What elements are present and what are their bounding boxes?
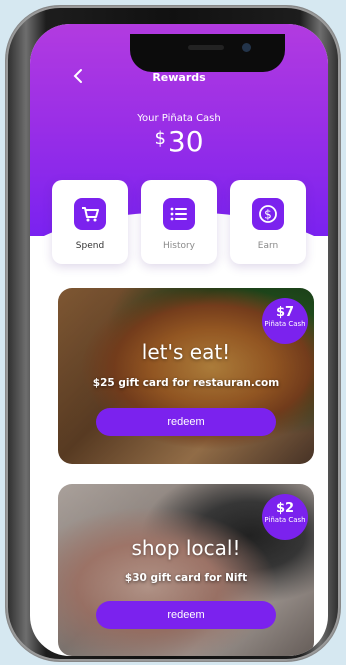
cash-value: 30 — [167, 125, 204, 158]
camera — [242, 43, 251, 52]
earn-label: Earn — [257, 241, 279, 251]
offer-subtitle: $25 gift card for restauran.com — [92, 377, 280, 389]
badge-amount: $2 — [275, 501, 295, 516]
speaker — [188, 45, 224, 50]
redeem-button[interactable]: redeem — [96, 601, 276, 629]
spend-button[interactable]: Spend — [52, 180, 128, 264]
offer-subtitle: $30 gift card for Nift — [124, 572, 248, 584]
cash-label: Your Piñata Cash — [137, 113, 221, 124]
app-screen: Rewards Your Piñata Cash $30 Spend Histo… — [30, 24, 328, 656]
svg-text:$: $ — [264, 208, 272, 222]
cash-badge: $7 Piñata Cash — [262, 298, 308, 344]
badge-unit: Piñata Cash — [264, 516, 306, 524]
redeem-button[interactable]: redeem — [96, 408, 276, 436]
shopping-cart-icon — [74, 198, 106, 230]
cash-badge: $2 Piñata Cash — [262, 494, 308, 540]
spend-label: Spend — [75, 241, 105, 251]
earn-button[interactable]: $ Earn — [230, 180, 306, 264]
offer-card: $7 Piñata Cash let's eat! $25 gift card … — [58, 288, 314, 464]
offer-heading: shop local! — [131, 536, 241, 560]
phone-notch — [130, 34, 285, 72]
offer-heading: let's eat! — [141, 340, 231, 364]
cash-amount: $30 — [30, 125, 328, 158]
history-button[interactable]: History — [141, 180, 217, 264]
phone-frame: Rewards Your Piñata Cash $30 Spend Histo… — [6, 6, 340, 661]
dollar-coin-icon: $ — [252, 198, 284, 230]
list-icon — [163, 198, 195, 230]
badge-amount: $7 — [275, 305, 295, 320]
history-label: History — [162, 241, 196, 251]
cash-currency: $ — [154, 128, 166, 149]
offer-card: $2 Piñata Cash shop local! $30 gift card… — [58, 484, 314, 656]
page-title: Rewards — [152, 71, 206, 84]
badge-unit: Piñata Cash — [264, 320, 306, 328]
